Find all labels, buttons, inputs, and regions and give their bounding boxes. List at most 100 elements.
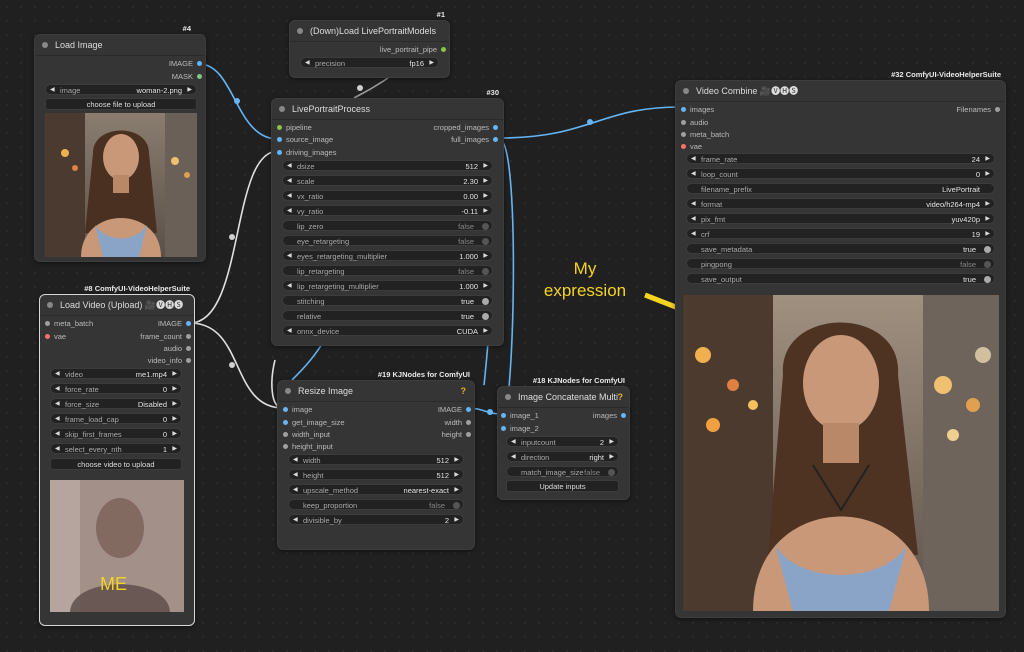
input-image[interactable]: image	[283, 405, 312, 414]
collapse-dot-icon[interactable]	[505, 394, 511, 400]
input-height[interactable]: height_input	[283, 442, 333, 451]
choose-file-button[interactable]: choose file to upload	[45, 98, 197, 110]
output-frame-count[interactable]: frame_count	[140, 332, 191, 341]
output-filenames[interactable]: Filenames	[956, 105, 1000, 114]
output-images[interactable]: images	[593, 411, 626, 420]
video-combine-id: #32 ComfyUI-VideoHelperSuite	[891, 70, 1001, 79]
height-widget[interactable]: ◀ height 512 ▶	[288, 469, 464, 480]
output-pipe[interactable]: live_portrait_pipe	[380, 45, 446, 54]
load-models-id: #1	[436, 10, 445, 19]
load-video-title: Load Video (Upload)	[60, 300, 143, 310]
direction-select[interactable]: ◀ direction right ▶	[506, 451, 619, 462]
output-full-images[interactable]: full_images	[451, 135, 498, 144]
image-concatenate-node[interactable]: #18 KJNodes for ComfyUI Image Concatenat…	[497, 376, 630, 500]
resize-image-node[interactable]: #19 KJNodes for ComfyUI Resize Image? im…	[277, 370, 475, 550]
frame-load-cap-widget[interactable]: ◀ frame_load_cap 0 ▶	[50, 413, 182, 424]
format-select[interactable]: ◀ format video/h264-mp4 ▶	[686, 198, 995, 209]
match-image-size-toggle[interactable]: match_image_size false	[506, 466, 619, 477]
save-metadata-toggle[interactable]: save_metadata true	[686, 243, 995, 254]
link-video-resize	[189, 322, 284, 409]
collapse-dot-icon[interactable]	[285, 388, 291, 394]
resize-title: Resize Image	[298, 386, 354, 396]
output-image[interactable]: IMAGE	[169, 59, 202, 68]
input-image-1[interactable]: image_1	[501, 411, 539, 420]
output-video-info[interactable]: video_info	[148, 356, 191, 365]
output-width[interactable]: width	[444, 418, 471, 427]
eye-retargeting-toggle[interactable]: eye_retargeting false	[282, 235, 493, 246]
output-image[interactable]: IMAGE	[438, 405, 471, 414]
input-vae[interactable]: vae	[681, 142, 702, 151]
stitching-toggle[interactable]: stitching true	[282, 295, 493, 306]
load-models-title: (Down)Load LivePortraitModels	[310, 26, 437, 36]
collapse-dot-icon[interactable]	[42, 42, 48, 48]
lip-zero-toggle[interactable]: lip_zero false	[282, 220, 493, 231]
help-icon[interactable]: ?	[618, 387, 624, 407]
load-video-node[interactable]: #8 ComfyUI-VideoHelperSuite Load Video (…	[39, 284, 195, 626]
vx-ratio-widget[interactable]: ◀ vx_ratio 0.00 ▶	[282, 190, 493, 201]
input-driving-images[interactable]: driving_images	[277, 148, 336, 157]
load-models-node[interactable]: #1 (Down)Load LivePortraitModels live_po…	[289, 10, 450, 78]
collapse-dot-icon[interactable]	[683, 88, 689, 94]
input-width[interactable]: width_input	[283, 430, 330, 439]
image-select[interactable]: ◀ image woman-2.png ▶	[45, 84, 197, 95]
lip-multiplier-widget[interactable]: ◀ lip_retargeting_multiplier 1.000 ▶	[282, 280, 493, 291]
resize-id: #19 KJNodes for ComfyUI	[377, 370, 470, 379]
input-source-image[interactable]: source_image	[277, 135, 333, 144]
divisible-by-widget[interactable]: ◀ divisible_by 2 ▶	[288, 514, 464, 525]
lip-retargeting-toggle[interactable]: lip_retargeting false	[282, 265, 493, 276]
collapse-dot-icon[interactable]	[297, 28, 303, 34]
save-output-toggle[interactable]: save_output true	[686, 273, 995, 284]
input-meta-batch[interactable]: meta_batch	[681, 130, 729, 139]
scale-widget[interactable]: ◀ scale 2.30 ▶	[282, 175, 493, 186]
input-images[interactable]: images	[681, 105, 714, 114]
source-image-preview	[45, 113, 197, 257]
output-height[interactable]: height	[442, 430, 471, 439]
force-size-select[interactable]: ◀ force_size Disabled ▶	[50, 398, 182, 409]
update-inputs-button[interactable]: Update inputs	[506, 480, 619, 492]
annotation-line-1: My	[573, 259, 597, 278]
input-audio[interactable]: audio	[681, 118, 708, 127]
crf-widget[interactable]: ◀ crf 19 ▶	[686, 228, 995, 239]
filename-prefix-field[interactable]: filename_prefix LivePortrait	[686, 183, 995, 194]
dsize-widget[interactable]: ◀ dsize 512 ▶	[282, 160, 493, 171]
pingpong-toggle[interactable]: pingpong false	[686, 258, 995, 269]
precision-select[interactable]: ◀ precision fp16 ▶	[300, 57, 439, 68]
preview-caption: ME	[100, 574, 127, 594]
width-widget[interactable]: ◀ width 512 ▶	[288, 454, 464, 465]
vy-ratio-widget[interactable]: ◀ vy_ratio -0.11 ▶	[282, 205, 493, 216]
live-portrait-process-node[interactable]: #30 LivePortraitProcess pipeline source_…	[271, 88, 504, 346]
inputcount-widget[interactable]: ◀ inputcount 2 ▶	[506, 436, 619, 447]
output-audio[interactable]: audio	[164, 344, 191, 353]
choose-video-button[interactable]: choose video to upload	[50, 458, 182, 470]
loop-count-widget[interactable]: ◀ loop_count 0 ▶	[686, 168, 995, 179]
select-every-nth-widget[interactable]: ◀ select_every_nth 1 ▶	[50, 443, 182, 454]
output-cropped-images[interactable]: cropped_images	[434, 123, 498, 132]
force-rate-widget[interactable]: ◀ force_rate 0 ▶	[50, 383, 182, 394]
input-get-image-size[interactable]: get_image_size	[283, 418, 345, 427]
collapse-dot-icon[interactable]	[47, 302, 53, 308]
relative-toggle[interactable]: relative true	[282, 310, 493, 321]
eyes-multiplier-widget[interactable]: ◀ eyes_retargeting_multiplier 1.000 ▶	[282, 250, 493, 261]
help-icon[interactable]: ?	[461, 381, 467, 401]
input-vae[interactable]: vae	[45, 332, 66, 341]
load-image-title: Load Image	[55, 40, 103, 50]
upscale-method-select[interactable]: ◀ upscale_method nearest-exact ▶	[288, 484, 464, 495]
load-image-node[interactable]: #4 Load Image IMAGE MASK ◀ image woman-2.p…	[34, 24, 206, 262]
skip-first-frames-widget[interactable]: ◀ skip_first_frames 0 ▶	[50, 428, 182, 439]
expression-annotation: My expression	[530, 258, 640, 302]
onnx-device-select[interactable]: ◀ onnx_device CUDA ▶	[282, 325, 493, 336]
frame-rate-widget[interactable]: ◀ frame_rate 24 ▶	[686, 153, 995, 164]
input-meta-batch[interactable]: meta_batch	[45, 319, 93, 328]
input-image-2[interactable]: image_2	[501, 424, 539, 433]
output-video-preview	[683, 295, 999, 611]
link-process-resize	[291, 343, 323, 381]
input-pipeline[interactable]: pipeline	[277, 123, 312, 132]
video-select[interactable]: ◀ video me1.mp4 ▶	[50, 368, 182, 379]
video-combine-node[interactable]: #32 ComfyUI-VideoHelperSuite Video Combi…	[675, 70, 1006, 618]
load-image-id: #4	[182, 24, 191, 33]
output-image[interactable]: IMAGE	[158, 319, 191, 328]
pix-fmt-select[interactable]: ◀ pix_fmt yuv420p ▶	[686, 213, 995, 224]
keep-proportion-toggle[interactable]: keep_proportion false	[288, 499, 464, 510]
collapse-dot-icon[interactable]	[279, 106, 285, 112]
output-mask[interactable]: MASK	[172, 72, 202, 81]
